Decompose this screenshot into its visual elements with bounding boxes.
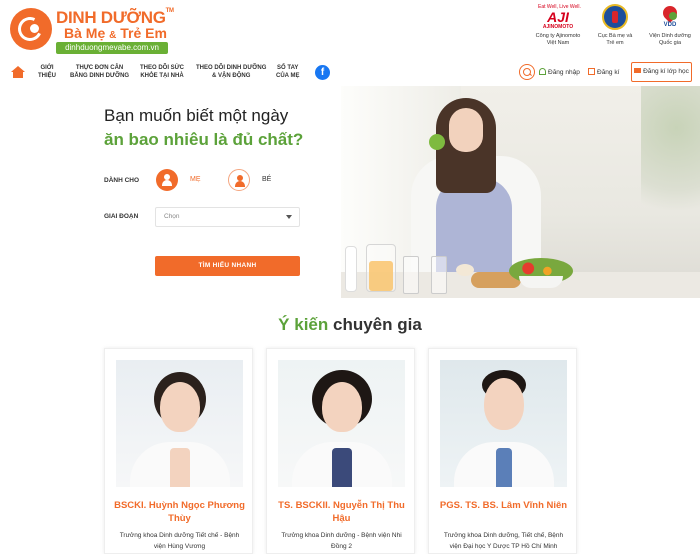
apple-icon	[429, 134, 445, 150]
facebook-icon[interactable]: f	[315, 65, 330, 80]
logo-domain: dinhduongmevabe.com.vn	[56, 42, 168, 54]
quick-learn-button[interactable]: TÌM HIỂU NHANH	[155, 256, 300, 276]
ajinomoto-logo-icon: Eat Well, Live Well. AJI AJINOMOTO	[538, 4, 581, 30]
expert-role: Trưởng khoa Dinh dưỡng Tiết chế - Bệnh v…	[119, 532, 240, 550]
mother-baby-logo-icon	[10, 8, 52, 50]
chevron-down-icon	[286, 215, 292, 219]
mother-option-icon[interactable]	[156, 169, 178, 191]
logo-subtitle: Bà Mẹ & Trẻ Em	[64, 25, 167, 41]
class-register-button[interactable]: Đăng kí lớp học	[631, 62, 692, 82]
hero-title-line2: ăn bao nhiêu là đủ chất?	[104, 130, 304, 149]
mother-option-label[interactable]: MẸ	[190, 176, 201, 183]
partner-ajinomoto[interactable]: Eat Well, Live Well. AJI AJINOMOTO Công …	[528, 4, 588, 47]
expert-name: TS. BSCKII. Nguyễn Thị Thu Hậu	[278, 500, 405, 524]
expert-card[interactable]: BSCKI. Huỳnh Ngọc Phương Thùy Trưởng kho…	[104, 348, 253, 554]
site-header: DINH DƯỠNGTM Bà Mẹ & Trẻ Em dinhduongmev…	[0, 0, 700, 56]
vdd-logo-icon: VDD	[657, 3, 683, 30]
home-icon[interactable]	[11, 66, 25, 78]
nav-item-health-tracking[interactable]: THEO DÕI SỨC KHỎE TẠI NHÀ	[140, 64, 184, 80]
nav-item-mother-handbook[interactable]: SỔ TAY CỦA MẸ	[276, 64, 299, 80]
graduation-cap-icon	[634, 68, 642, 73]
baby-option-icon[interactable]	[228, 169, 250, 191]
expert-photo	[440, 360, 567, 487]
hero-image	[341, 86, 700, 298]
expert-photo	[278, 360, 405, 487]
hero-title-line1: Bạn muốn biết một ngày	[104, 106, 289, 125]
experts-section-title: Ý kiến chuyên gia	[278, 315, 422, 334]
partner-vdd[interactable]: VDD Viện Dinh dưỡng Quốc gia	[640, 3, 700, 47]
maternal-child-health-logo-icon	[602, 4, 628, 30]
site-logo[interactable]: DINH DƯỠNGTM Bà Mẹ & Trẻ Em dinhduongmev…	[10, 6, 174, 54]
edit-icon	[588, 68, 595, 75]
partner-caption: Công ty Ajinomoto Việt Nam	[535, 33, 581, 46]
user-icon	[539, 68, 546, 75]
for-label: DÀNH CHO	[104, 177, 140, 184]
search-icon[interactable]	[519, 64, 535, 80]
nav-item-about[interactable]: GIỚI THIỆU	[38, 64, 56, 80]
stage-select[interactable]: Chọn	[155, 207, 300, 227]
expert-photo	[116, 360, 243, 487]
stage-label: GIAI ĐOẠN	[104, 213, 139, 220]
stage-select-value: Chọn	[164, 213, 180, 220]
nav-item-balanced-menu[interactable]: THỰC ĐƠN CÂN BẰNG DINH DƯỠNG	[70, 64, 129, 80]
nav-item-nutrition-exercise[interactable]: THEO DÕI DINH DƯỠNG & VẬN ĐỘNG	[196, 64, 266, 80]
partner-caption: Cục Bà mẹ và Trẻ em	[597, 33, 633, 46]
partner-maternal-child-health[interactable]: Cục Bà mẹ và Trẻ em	[585, 4, 645, 47]
expert-card[interactable]: TS. BSCKII. Nguyễn Thị Thu Hậu Trưởng kh…	[266, 348, 415, 554]
register-link[interactable]: Đăng kí	[588, 68, 619, 76]
login-link[interactable]: Đăng nhập	[539, 68, 580, 76]
expert-card[interactable]: PGS. TS. BS. Lâm Vĩnh Niên Trưởng khoa D…	[428, 348, 577, 554]
partner-caption: Viện Dinh dưỡng Quốc gia	[649, 33, 691, 46]
expert-role: Trưởng khoa Dinh dưỡng - Bệnh viện Nhi Đ…	[281, 532, 402, 550]
expert-name: PGS. TS. BS. Lâm Vĩnh Niên	[439, 500, 568, 511]
expert-name: BSCKI. Huỳnh Ngọc Phương Thùy	[114, 500, 245, 524]
baby-option-label[interactable]: BÉ	[262, 176, 271, 183]
expert-role: Trưởng khoa Dinh dưỡng, Tiết chế, Bệnh v…	[443, 532, 564, 550]
